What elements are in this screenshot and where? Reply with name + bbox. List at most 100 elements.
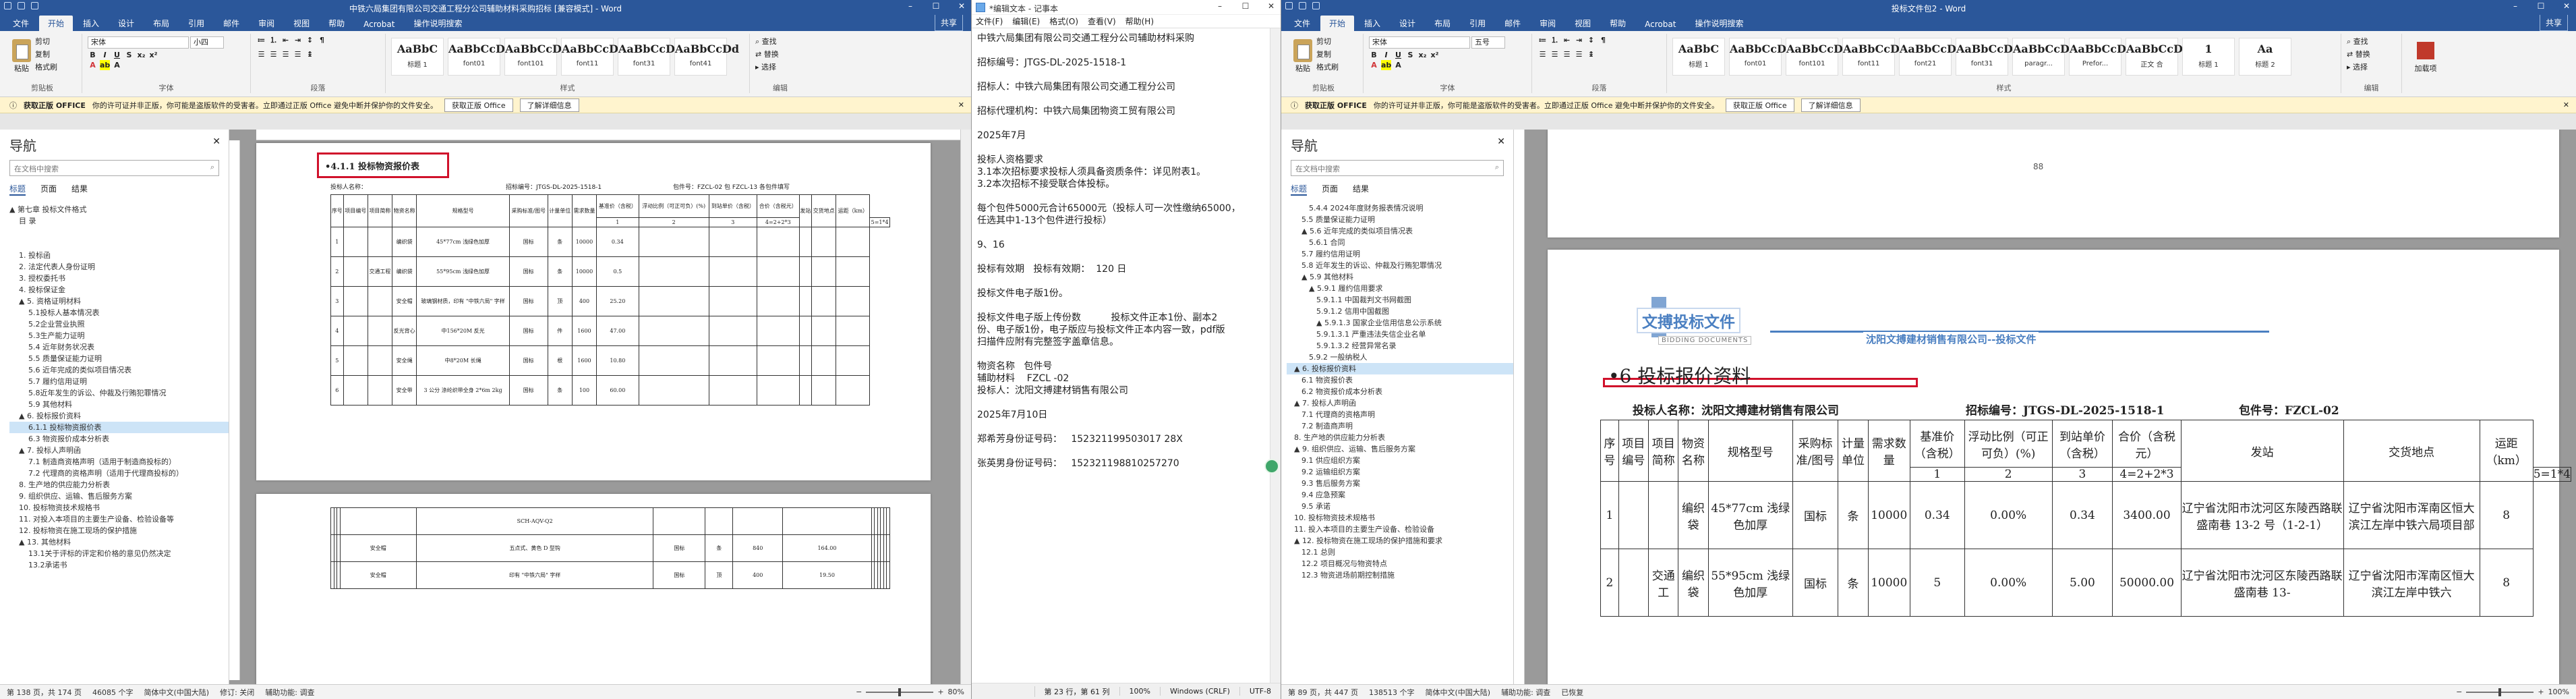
- nav-heading-item[interactable]: ▲ 6. 投标报价资料: [1287, 363, 1513, 374]
- nav-heading-item[interactable]: 7.2 代理商的资格声明（适用于代理商投标的）: [9, 468, 229, 479]
- indent-icon[interactable]: ⇥: [293, 35, 303, 45]
- maximize-icon[interactable]: ☐: [932, 1, 940, 11]
- line-spacing-icon[interactable]: ↨: [1586, 49, 1596, 59]
- numbering-icon[interactable]: ⒈: [268, 35, 279, 45]
- notepad-text-area[interactable]: 中铁六局集团有限公司交通工程分公司辅助材料采购 招标编号：JTGS-DL-202…: [972, 28, 1281, 683]
- share-button[interactable]: 共享: [2539, 14, 2568, 31]
- strikethrough-icon[interactable]: S: [1405, 50, 1415, 60]
- nav-heading-item[interactable]: 9. 组织供应、运输、售后服务方案: [9, 491, 229, 502]
- nav-heading-item[interactable]: ▲ 5.9 其他材料: [1287, 271, 1513, 283]
- nav-heading-item[interactable]: ▲ 12. 投标物资在施工现场的保护措施和要求: [1287, 535, 1513, 547]
- track-changes[interactable]: 修订: 关闭: [220, 687, 254, 698]
- tab-file[interactable]: 文件: [4, 16, 38, 31]
- nav-heading-item[interactable]: ▲ 5.9.1 履约信用要求: [1287, 283, 1513, 294]
- tab-review[interactable]: 审阅: [250, 16, 283, 31]
- nav-heading-item[interactable]: ▲ 6. 投标报价资料: [9, 410, 229, 422]
- find-button[interactable]: ⌕ 查找: [2347, 35, 2396, 48]
- nav-heading-item[interactable]: 5.9.1.1 中国裁判文书网截图: [1287, 294, 1513, 306]
- style-8[interactable]: AaBbCcD 正文 合: [2126, 38, 2183, 76]
- nav-heading-item[interactable]: 5.7 履约信用证明: [9, 376, 229, 387]
- bullets-icon[interactable]: ≔: [1538, 35, 1548, 45]
- close-message-icon[interactable]: ✕: [958, 101, 964, 109]
- style-7[interactable]: AaBbCcDd Prefor...: [2069, 38, 2134, 76]
- nav-heading-item[interactable]: 6.2 物资报价成本分析表: [1287, 386, 1513, 397]
- style-2[interactable]: AaBbCcDd font101: [1786, 38, 1850, 76]
- find-button[interactable]: ⌕ 查找: [755, 35, 805, 48]
- highlight-icon[interactable]: ab: [1381, 60, 1391, 70]
- nav-heading-item[interactable]: 1. 投标函: [9, 250, 229, 261]
- nav-heading-item[interactable]: 5.4 近年财务状况表: [9, 341, 229, 353]
- tab-insert[interactable]: 插入: [1355, 16, 1389, 31]
- sort-icon[interactable]: ↕: [1586, 35, 1596, 45]
- nav-heading-item[interactable]: 5.9.1.3.2 经营异常名录: [1287, 340, 1513, 352]
- nav-heading-item[interactable]: 5.9 其他材料: [9, 399, 229, 410]
- close-message-icon[interactable]: ✕: [2563, 101, 2569, 109]
- nav-heading-item[interactable]: 5.8近年发生的诉讼、仲裁及行贿犯罪情况: [9, 387, 229, 399]
- tab-review[interactable]: 审阅: [1531, 16, 1564, 31]
- tab-mailings[interactable]: 邮件: [214, 16, 248, 31]
- nav-heading-item[interactable]: 5.9.1.3.1 严重违法失信企业名单: [1287, 329, 1513, 340]
- bold-icon[interactable]: B: [1369, 50, 1379, 60]
- align-left-icon[interactable]: ☰: [256, 49, 266, 59]
- nav-heading-item[interactable]: 12. 投标物资在施工现场的保护措施: [9, 525, 229, 536]
- vertical-scrollbar[interactable]: [1270, 28, 1281, 683]
- style-6[interactable]: AaBbCcDd paragr...: [2012, 38, 2077, 76]
- superscript-icon[interactable]: x²: [1430, 50, 1440, 60]
- indent-icon[interactable]: ⇥: [1574, 35, 1584, 45]
- text-effects-icon[interactable]: A: [1393, 60, 1403, 70]
- minimize-icon[interactable]: –: [906, 1, 914, 11]
- tab-home[interactable]: 开始: [39, 16, 74, 31]
- notepad-menu-item[interactable]: 帮助(H): [1125, 16, 1154, 27]
- show-marks-icon[interactable]: ¶: [317, 35, 327, 45]
- nav-heading-item[interactable]: 11. 投入本项目的主要生产设备、检验设备: [1287, 524, 1513, 535]
- underline-icon[interactable]: U: [112, 50, 122, 60]
- style-4[interactable]: AaBbCcDd font31: [618, 38, 682, 76]
- nav-heading-item[interactable]: ▲ 9. 组织供应、运输、售后服务方案: [1287, 443, 1513, 455]
- italic-icon[interactable]: I: [1381, 50, 1391, 60]
- nav-heading-item[interactable]: ▲ 5.6 近年完成的类似项目情况表: [1287, 225, 1513, 237]
- nav-heading-item[interactable]: 5.1投标人基本情况表: [9, 307, 229, 318]
- close-nav-icon[interactable]: ✕: [1497, 136, 1505, 147]
- nav-heading-item[interactable]: 12.3 物资进场前期控制措施: [1287, 569, 1513, 581]
- page-count[interactable]: 第 89 页，共 447 页: [1288, 687, 1358, 698]
- underline-icon[interactable]: U: [1393, 50, 1403, 60]
- nav-heading-item[interactable]: 5.6 近年完成的类似项目情况表: [9, 364, 229, 376]
- learn-more-button[interactable]: 了解详细信息: [519, 98, 579, 112]
- minimize-icon[interactable]: –: [1216, 1, 1224, 11]
- nav-heading-item[interactable]: 6.3 物资报价成本分析表: [9, 433, 229, 445]
- style-5[interactable]: AaBbCcDd font31: [1956, 38, 2020, 76]
- style-5[interactable]: AaBbCcDd font41: [674, 38, 739, 76]
- font-size-select[interactable]: 小四: [190, 36, 224, 49]
- zoom-level[interactable]: 80%: [948, 688, 964, 696]
- notepad-menu-item[interactable]: 格式(O): [1049, 16, 1078, 27]
- nav-heading-item[interactable]: 9.1 供应组织方案: [1287, 455, 1513, 466]
- paste-button[interactable]: 粘贴: [1289, 35, 1316, 75]
- nav-heading-item[interactable]: 5.8 近年发生的诉讼、仲裁及行贿犯罪情况: [1287, 260, 1513, 271]
- nav-heading-item[interactable]: ▲ 13. 其他材料: [9, 536, 229, 548]
- nav-heading-item[interactable]: 9.3 售后服务方案: [1287, 478, 1513, 489]
- tab-file[interactable]: 文件: [1285, 16, 1319, 31]
- language[interactable]: 简体中文(中国大陆): [144, 687, 209, 698]
- nav-heading-item[interactable]: 13.2承诺书: [9, 559, 229, 571]
- floating-assistant-icon[interactable]: [1264, 459, 1279, 474]
- subscript-icon[interactable]: x₂: [136, 50, 146, 60]
- highlight-icon[interactable]: ab: [100, 60, 110, 70]
- cut-button[interactable]: 剪切: [35, 35, 57, 48]
- subscript-icon[interactable]: x₂: [1417, 50, 1428, 60]
- learn-more-button[interactable]: 了解详细信息: [1801, 98, 1861, 112]
- font-color-icon[interactable]: A: [1369, 60, 1379, 70]
- tell-me-search[interactable]: 操作说明搜索: [405, 16, 471, 31]
- font-color-icon[interactable]: A: [88, 60, 98, 70]
- sort-icon[interactable]: ↕: [305, 35, 315, 45]
- tab-acrobat[interactable]: Acrobat: [355, 18, 403, 31]
- nav-heading-item[interactable]: ▲ 7. 投标人声明函: [9, 445, 229, 456]
- close-nav-icon[interactable]: ✕: [212, 136, 221, 147]
- nav-heading-item[interactable]: ▲ 5.9.1.3 国家企业信用信息公示系统: [1287, 317, 1513, 329]
- zoom-out-icon[interactable]: −: [856, 688, 862, 696]
- style-3[interactable]: AaBbCcDd font11: [561, 38, 626, 76]
- tab-layout[interactable]: 布局: [1426, 16, 1459, 31]
- word-count[interactable]: 138513 个字: [1369, 687, 1415, 698]
- notepad-menu-item[interactable]: 文件(F): [976, 16, 1003, 27]
- nav-heading-item[interactable]: 8. 生产地的供应能力分析表: [1287, 432, 1513, 443]
- style-1[interactable]: AaBbCcDd font01: [1729, 38, 1794, 76]
